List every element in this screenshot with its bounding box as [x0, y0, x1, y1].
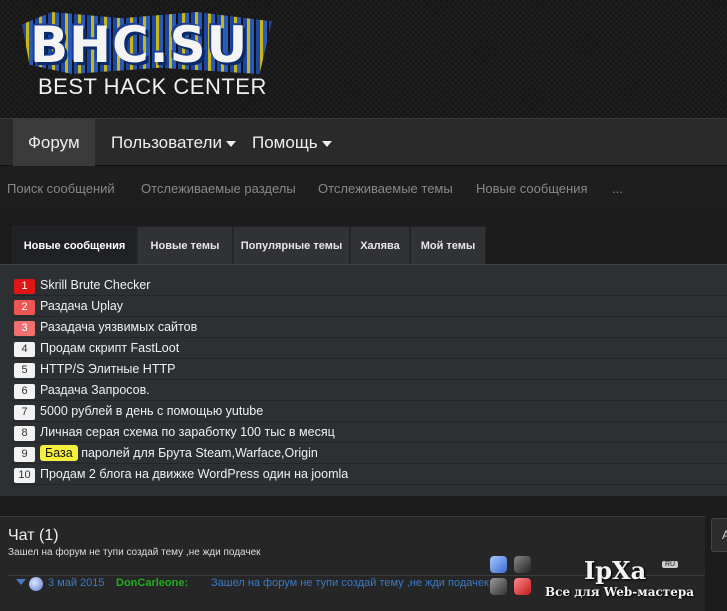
list-item[interactable]: 10 Продам 2 блога на движке WordPress од… — [12, 465, 727, 485]
logo-subtitle: BEST HACK CENTER — [38, 74, 267, 99]
subnav-new-messages[interactable]: Новые сообщения — [476, 181, 588, 196]
list-item[interactable]: 6 Раздача Запросов. — [12, 381, 727, 401]
site-logo[interactable]: BHC.SU BEST HACK CENTER — [22, 8, 272, 103]
logo-main-text: BHC.SU — [30, 16, 249, 74]
subnav-more[interactable]: ... — [612, 181, 623, 196]
rank-badge: 2 — [14, 300, 35, 315]
list-item[interactable]: 9 База паролей для Брута Steam,Warface,O… — [12, 444, 727, 464]
thread-title[interactable]: Разадача уязвимых сайтов — [40, 320, 197, 334]
tab-new-messages[interactable]: Новые сообщения — [12, 226, 137, 264]
rank-badge: 8 — [14, 426, 35, 441]
cube-dark-icon — [514, 556, 531, 573]
sub-navigation: Поиск сообщений Отслеживаемые разделы От… — [0, 166, 727, 210]
thread-title-rest: паролей для Брута Steam,Warface,Origin — [81, 446, 318, 460]
thread-title[interactable]: База паролей для Брута Steam,Warface,Ori… — [40, 445, 318, 461]
chat-message-date: 3 май 2015 — [48, 577, 105, 589]
thread-list: 1 Skrill Brute Checker 2 Раздача Uplay 3… — [0, 264, 727, 496]
watermark-title: IpXa — [584, 556, 647, 585]
subnav-watched-forums[interactable]: Отслеживаемые разделы — [141, 181, 296, 196]
cube-blue-icon — [490, 556, 507, 573]
list-item[interactable]: 7 5000 рублей в день с помощью yutube — [12, 402, 727, 422]
watermark-badge: RU — [662, 561, 679, 568]
list-item[interactable]: 3 Разадача уязвимых сайтов — [12, 318, 727, 338]
chevron-down-icon — [225, 140, 236, 147]
side-tab-label: А — [722, 528, 727, 542]
thread-title[interactable]: Продам скрипт FastLoot — [40, 341, 179, 355]
side-tab-button[interactable]: А — [711, 518, 727, 552]
chat-message-user[interactable]: DonCarleone: — [116, 577, 188, 589]
list-item[interactable]: 1 Skrill Brute Checker — [12, 276, 727, 296]
thread-title[interactable]: Раздача Запросов. — [40, 383, 150, 397]
user-globe-icon — [29, 577, 43, 591]
rank-badge: 9 — [14, 447, 35, 462]
chevron-down-icon[interactable] — [16, 579, 26, 585]
watermark-subtitle: Все для Web-мастера — [545, 585, 695, 599]
cube-gray-icon — [490, 578, 507, 595]
rank-badge: 3 — [14, 321, 35, 336]
rank-badge: 10 — [14, 468, 35, 483]
thread-title[interactable]: Продам 2 блога на движке WordPress один … — [40, 467, 348, 481]
chat-subtitle: Зашел на форум не тупи создай тему ,не ж… — [8, 547, 261, 558]
thread-title[interactable]: Раздача Uplay — [40, 299, 123, 313]
list-item[interactable]: 5 HTTP/S Элитные HTTP — [12, 360, 727, 380]
list-item[interactable]: 2 Раздача Uplay — [12, 297, 727, 317]
nav-users-label: Пользователи — [111, 133, 222, 152]
nav-forum[interactable]: Форум — [13, 119, 95, 167]
rank-badge: 5 — [14, 363, 35, 378]
nav-help[interactable]: Помощь — [252, 119, 332, 167]
site-header: BHC.SU BEST HACK CENTER — [0, 0, 727, 118]
chat-message-text: Зашел на форум не тупи создай тему ,не ж… — [211, 577, 489, 589]
tab-my-threads[interactable]: Мой темы — [410, 226, 486, 264]
thread-title[interactable]: HTTP/S Элитные HTTP — [40, 362, 175, 376]
tab-new-threads[interactable]: Новые темы — [137, 226, 233, 264]
rank-badge: 4 — [14, 342, 35, 357]
nav-help-label: Помощь — [252, 133, 318, 152]
highlight-tag: База — [40, 445, 78, 461]
chat-title: Чат (1) — [8, 527, 59, 544]
rank-badge: 7 — [14, 405, 35, 420]
rank-badge: 1 — [14, 279, 35, 294]
main-navigation: Форум Пользователи Помощь — [0, 118, 727, 167]
rank-badge: 6 — [14, 384, 35, 399]
list-item[interactable]: 8 Личная серая схема по заработку 100 ты… — [12, 423, 727, 443]
list-item[interactable]: 4 Продам скрипт FastLoot — [12, 339, 727, 359]
tab-freebies[interactable]: Халява — [350, 226, 410, 264]
chevron-down-icon — [321, 140, 332, 147]
thread-title[interactable]: 5000 рублей в день с помощью yutube — [40, 404, 263, 418]
cube-red-icon — [514, 578, 531, 595]
thread-title[interactable]: Skrill Brute Checker — [40, 278, 150, 292]
nav-users[interactable]: Пользователи — [111, 119, 236, 167]
tab-popular-threads[interactable]: Популярные темы — [233, 226, 350, 264]
thread-title[interactable]: Личная серая схема по заработку 100 тыс … — [40, 425, 335, 439]
subnav-search-messages[interactable]: Поиск сообщений — [7, 181, 115, 196]
subnav-watched-threads[interactable]: Отслеживаемые темы — [318, 181, 453, 196]
watermark: IpXa RU Все для Web-мастера — [490, 556, 727, 611]
